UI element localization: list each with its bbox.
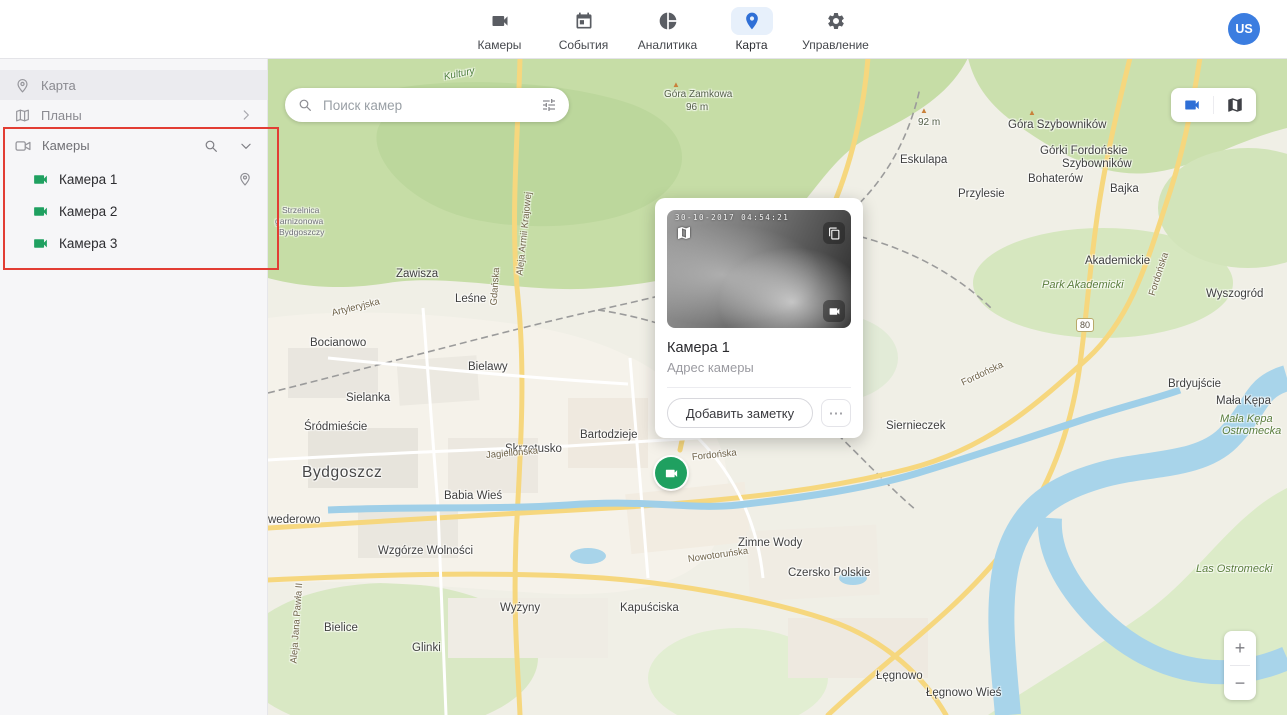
camera-label: Камера 3: [59, 236, 117, 251]
camera-label: Камера 1: [59, 172, 117, 187]
camera-map-marker[interactable]: [655, 457, 687, 489]
camera-icon: [32, 235, 49, 252]
road-shield: 80: [1076, 318, 1094, 332]
map-area[interactable]: KulturyGóra Zamkowa96 m92 mGóra Szybowni…: [268, 58, 1287, 715]
map-layer-button[interactable]: [1214, 88, 1256, 122]
camera-layer-button[interactable]: [1171, 88, 1213, 122]
tab-label: События: [559, 38, 609, 52]
sidebar-item-map[interactable]: Карта: [0, 70, 267, 100]
tab-label: Карта: [735, 38, 767, 52]
sidebar-item-plans[interactable]: Планы: [0, 100, 267, 130]
camera-icon: [32, 203, 49, 220]
videocam-icon: [828, 305, 841, 318]
zoom-in-button[interactable]: +: [1224, 631, 1256, 665]
camera-type-button[interactable]: [823, 300, 845, 322]
tab-management[interactable]: Управление: [799, 7, 873, 52]
zoom-control: + −: [1224, 631, 1256, 700]
top-bar: Камеры События Аналитика Карта: [0, 0, 1287, 59]
sidebar: Карта Планы Камеры Камера 1 Камера 2: [0, 58, 268, 715]
zoom-out-button[interactable]: −: [1224, 666, 1256, 700]
sidebar-item-label: Карта: [41, 78, 76, 93]
camera-popup-address: Адрес камеры: [667, 360, 851, 375]
map-icon: [676, 225, 692, 241]
floor-plans-icon: [14, 107, 31, 124]
tab-events[interactable]: События: [547, 7, 621, 52]
pie-chart-icon: [647, 7, 689, 35]
tab-map[interactable]: Карта: [715, 7, 789, 52]
camera-list: Камера 1 Камера 2 Камера 3: [0, 161, 267, 259]
show-on-map-button[interactable]: [673, 222, 695, 244]
camera-list-item[interactable]: Камера 1: [0, 163, 267, 195]
filter-sliders-icon[interactable]: [541, 97, 557, 113]
camera-list-item[interactable]: Камера 3: [0, 227, 267, 259]
add-note-button[interactable]: Добавить заметку: [667, 398, 813, 428]
tab-analytics[interactable]: Аналитика: [631, 7, 705, 52]
tab-label: Управление: [802, 38, 869, 52]
map-view-toggle: [1171, 88, 1256, 122]
camera-popup: 30-10-2017 04:54:21 Камера 1 Адрес камер…: [655, 198, 863, 438]
camera-list-item[interactable]: Камера 2: [0, 195, 267, 227]
sidebar-cameras-header[interactable]: Камеры: [0, 130, 267, 161]
chevron-right-icon: [239, 108, 253, 122]
user-avatar[interactable]: US: [1228, 13, 1260, 45]
tab-label: Аналитика: [638, 38, 697, 52]
tab-cameras[interactable]: Камеры: [463, 7, 537, 52]
copy-button[interactable]: [823, 222, 845, 244]
camera-thumbnail[interactable]: 30-10-2017 04:54:21: [667, 210, 851, 328]
videocam-icon: [1183, 96, 1201, 114]
map-pin-icon: [731, 7, 773, 35]
camera-timestamp: 30-10-2017 04:54:21: [675, 213, 789, 222]
camera-search: [285, 88, 569, 122]
tab-label: Камеры: [478, 38, 522, 52]
camera-popup-footer: Добавить заметку ⋯: [667, 387, 851, 428]
search-icon: [297, 97, 313, 113]
search-icon[interactable]: [203, 138, 219, 154]
map-pin-icon: [14, 77, 31, 94]
copy-icon: [828, 227, 841, 240]
app: Камеры События Аналитика Карта: [0, 0, 1287, 715]
location-pin-icon[interactable]: [237, 171, 253, 187]
camera-icon: [32, 171, 49, 188]
videocam-icon: [14, 137, 32, 155]
main-nav: Камеры События Аналитика Карта: [463, 0, 873, 58]
camera-label: Камера 2: [59, 204, 117, 219]
sidebar-section-label: Камеры: [42, 138, 90, 153]
sidebar-item-label: Планы: [41, 108, 82, 123]
chevron-down-icon[interactable]: [239, 139, 253, 153]
calendar-icon: [563, 7, 605, 35]
more-button[interactable]: ⋯: [821, 399, 851, 427]
videocam-icon: [664, 466, 679, 481]
videocam-icon: [479, 7, 521, 35]
camera-popup-title: Камера 1: [667, 340, 851, 356]
gear-icon: [815, 7, 857, 35]
search-input[interactable]: [321, 97, 533, 114]
map-icon: [1226, 96, 1244, 114]
